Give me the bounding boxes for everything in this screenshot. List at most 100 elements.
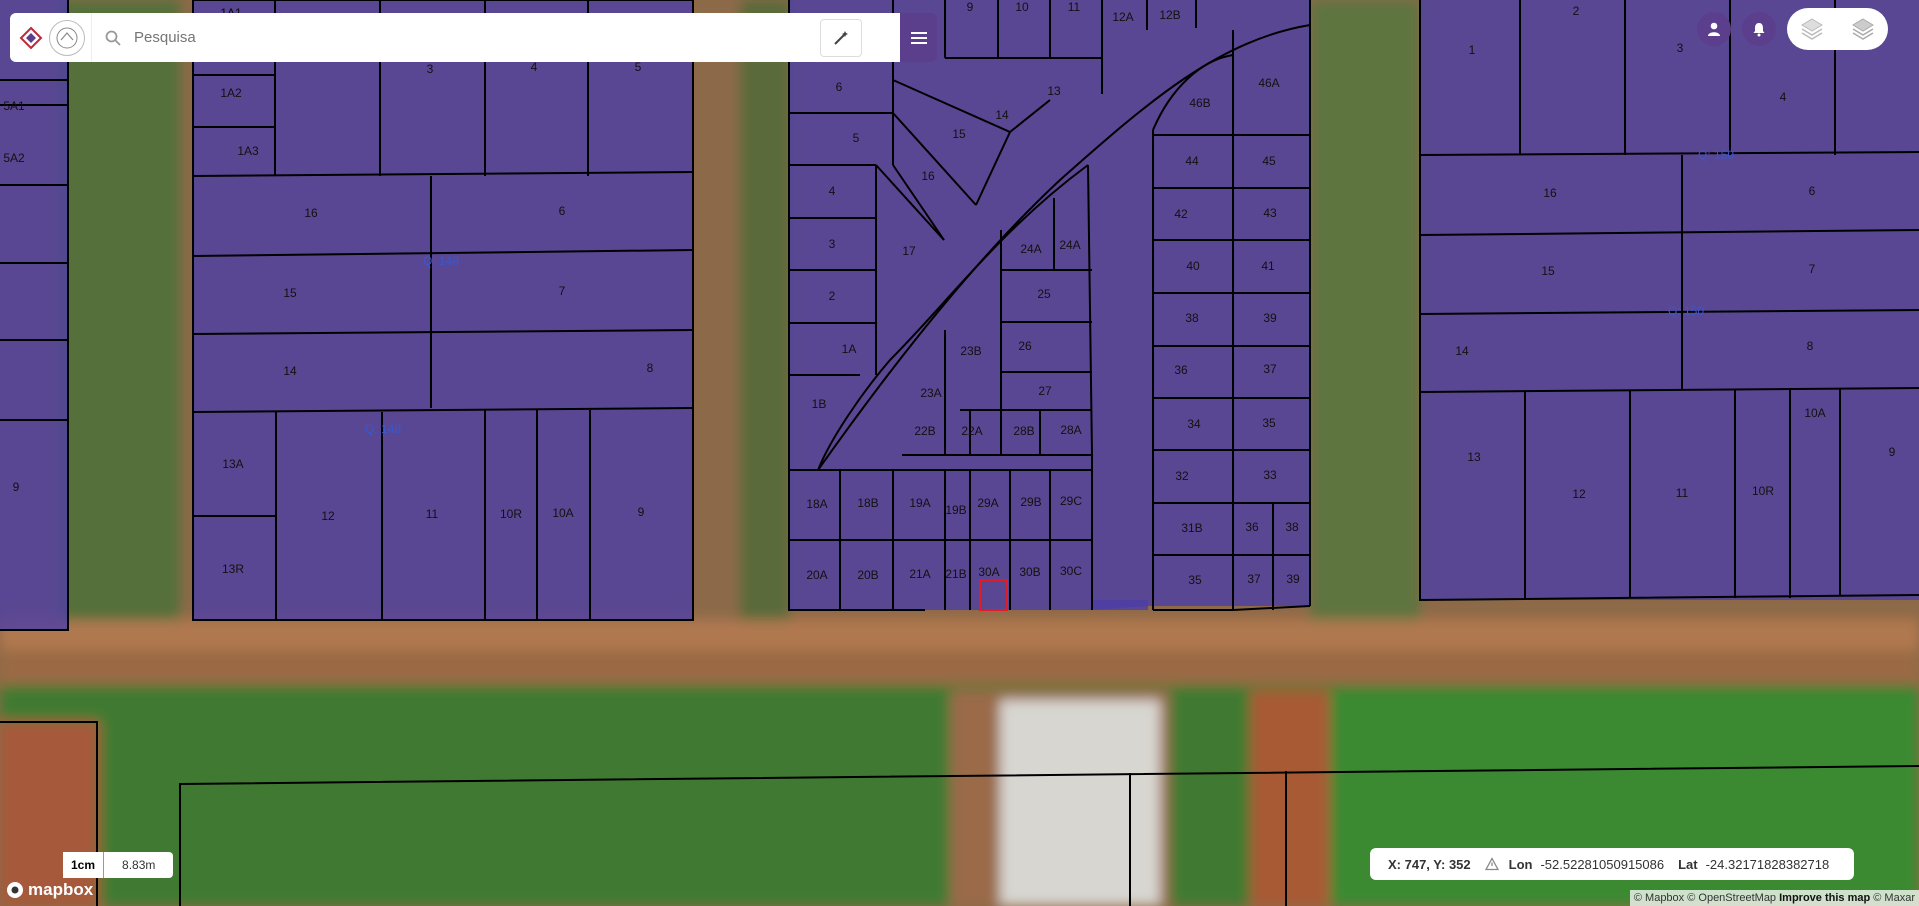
lot-label: 4 <box>829 184 836 198</box>
map-attribution: © Mapbox © OpenStreetMap Improve this ma… <box>1629 890 1919 906</box>
lot-label: 4 <box>531 60 538 74</box>
quadra-label: Q: 150 <box>1668 304 1704 318</box>
menu-button[interactable] <box>900 13 937 62</box>
lot-label: 18B <box>857 496 878 510</box>
lot-label: 10A <box>552 506 573 520</box>
search-input[interactable] <box>132 28 820 47</box>
lot-label: 26 <box>1018 339 1032 353</box>
lot-label: 10R <box>1752 484 1774 498</box>
lot-label: 6 <box>836 80 843 94</box>
lot-label: 6 <box>559 204 566 218</box>
lot-label: 6 <box>1809 184 1816 198</box>
lot-label: 24A <box>1020 242 1041 256</box>
user-button[interactable] <box>1697 12 1731 46</box>
lot-label: 27 <box>1038 384 1052 398</box>
lot-label: 42 <box>1174 207 1188 221</box>
lot-label: 29A <box>977 496 998 510</box>
lot-label: 10R <box>500 507 522 521</box>
lot-label: 19A <box>909 496 930 510</box>
warning-icon <box>1484 857 1499 871</box>
lot-label: 36 <box>1245 520 1259 534</box>
lot-label: 38 <box>1285 520 1299 534</box>
lot-label: 30A <box>978 565 999 579</box>
lat-value: -24.32171828382718 <box>1705 856 1830 872</box>
lot-label: 34 <box>1187 417 1201 431</box>
parcel-fills <box>0 0 1919 630</box>
lot-label: 19B <box>945 503 966 517</box>
lot-label: 9 <box>13 480 20 494</box>
lot-label: 18A <box>806 497 827 511</box>
lot-label: 32 <box>1175 469 1189 483</box>
lot-label: 5A2 <box>3 151 25 165</box>
search-bar <box>10 13 900 62</box>
lot-label: 2 <box>1573 4 1580 18</box>
logos <box>10 13 91 62</box>
lot-label: 23B <box>960 344 981 358</box>
quadra-label: Q: 148 <box>365 422 401 436</box>
lot-label: 12 <box>1572 487 1586 501</box>
lot-label: 22B <box>914 424 935 438</box>
lot-label: 36 <box>1174 363 1188 377</box>
lot-label: 14 <box>1455 344 1469 358</box>
lot-label: 1 <box>1469 43 1476 57</box>
layers-alt-icon[interactable] <box>1850 16 1876 42</box>
lot-label: 38 <box>1185 311 1199 325</box>
lot-label: 3 <box>1677 41 1684 55</box>
lot-label: 37 <box>1247 572 1261 586</box>
lot-label: 14 <box>283 364 297 378</box>
search-icon <box>105 30 121 46</box>
lot-label: 10A <box>1804 406 1825 420</box>
lot-label: 39 <box>1286 572 1300 586</box>
lon-value: -52.52281050915086 <box>1540 856 1665 872</box>
lot-label: 11 <box>426 507 439 521</box>
lot-label: 8 <box>647 361 654 375</box>
lot-label: 41 <box>1261 259 1275 273</box>
lot-label: 8 <box>1807 339 1814 353</box>
lot-label: 29B <box>1020 495 1041 509</box>
lot-label: 15 <box>1541 264 1555 278</box>
lot-label: 30B <box>1019 565 1040 579</box>
lot-label: 35 <box>1188 573 1202 587</box>
attrib-osm[interactable]: © OpenStreetMap <box>1687 892 1776 904</box>
lot-label: 20A <box>806 568 827 582</box>
layers-control <box>1787 8 1888 50</box>
lot-label: 28B <box>1013 424 1034 438</box>
notifications-button[interactable] <box>1742 12 1776 46</box>
map-scale: 1cm 8.83m <box>63 852 174 878</box>
magic-tool-button[interactable] <box>820 18 862 57</box>
coordinates-readout: X: 747, Y: 352 Lon -52.52281050915086 La… <box>1370 848 1854 880</box>
lot-label: 43 <box>1263 206 1277 220</box>
lot-label: 1B <box>812 397 827 411</box>
lot-label: 44 <box>1185 154 1199 168</box>
lot-label: 21B <box>945 567 966 581</box>
scale-distance: 8.83m <box>104 852 174 878</box>
satellite-map[interactable]: 1A15A15A291A11A21A334516615714813A13R121… <box>0 0 1919 906</box>
lot-label: 29C <box>1060 494 1082 508</box>
lot-label: 3 <box>427 62 434 76</box>
lot-label: 11 <box>1068 0 1081 14</box>
lot-label: 21A <box>909 567 930 581</box>
lot-label: 1A <box>842 342 857 356</box>
attrib-improve[interactable]: Improve this map <box>1779 892 1870 904</box>
hamburger-menu-icon <box>910 31 927 44</box>
attrib-mapbox[interactable]: © Mapbox <box>1634 892 1684 904</box>
lot-label: 28A <box>1060 423 1081 437</box>
layers-icon[interactable] <box>1799 16 1825 42</box>
lot-label: 16 <box>921 169 935 183</box>
lot-label: 22A <box>961 424 982 438</box>
mapbox-logo-text: mapbox <box>28 880 94 899</box>
lot-label: 45 <box>1262 154 1276 168</box>
lot-label: 5 <box>635 60 642 74</box>
magic-wand-icon <box>834 30 848 45</box>
lot-label: 7 <box>559 284 566 298</box>
lot-label: 7 <box>1809 262 1816 276</box>
municipality-seal-icon <box>49 19 86 56</box>
brand-logo-icon <box>16 23 46 53</box>
search-field <box>91 13 900 62</box>
lot-label: 15 <box>283 286 297 300</box>
mapbox-logo[interactable]: mapbox <box>6 880 93 900</box>
attrib-maxar[interactable]: © Maxar <box>1873 892 1915 904</box>
lot-label: 13R <box>222 562 244 576</box>
lon-label: Lon <box>1508 856 1533 872</box>
lot-label: 13 <box>1047 84 1061 98</box>
